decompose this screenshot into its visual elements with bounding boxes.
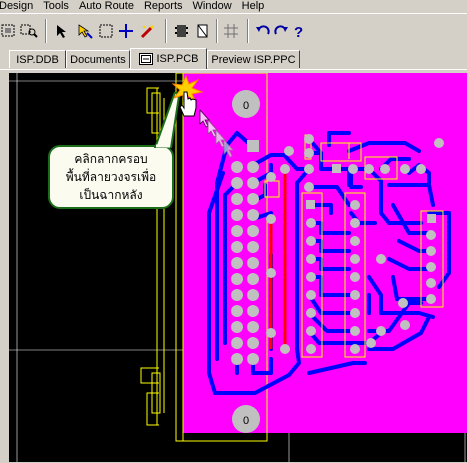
tab-documents[interactable]: Documents	[66, 50, 130, 68]
menu-reports[interactable]: Reports	[139, 0, 188, 13]
tab-label: Preview ISP.PPC	[211, 53, 296, 66]
drag-cursor	[171, 74, 252, 177]
undo-icon[interactable]	[254, 22, 272, 40]
callout-line-2: พื้นที่ลายวงจรเพื่อ	[65, 170, 157, 184]
tab-isp-ddb[interactable]: ISP.DDB	[9, 50, 66, 68]
help-icon[interactable]: ?	[290, 22, 308, 40]
zoom-area-icon[interactable]	[20, 22, 38, 40]
tab-label: ISP.DDB	[16, 53, 59, 66]
grid-icon[interactable]	[222, 22, 240, 40]
tab-label: Documents	[70, 53, 126, 66]
document-tabs: ISP.DDB Documents ISP.PCB Preview ISP.PP…	[0, 47, 467, 69]
wand-icon[interactable]	[138, 22, 156, 40]
menu-tools[interactable]: Tools	[38, 0, 74, 13]
component-outline-icon[interactable]	[193, 22, 211, 40]
redo-icon[interactable]	[272, 22, 290, 40]
menu-window[interactable]: Window	[188, 0, 237, 13]
menu-design[interactable]: Design	[0, 0, 38, 13]
component-icon[interactable]	[172, 22, 190, 40]
tab-label: ISP.PCB	[156, 53, 199, 65]
menu-auto-route[interactable]: Auto Route	[74, 0, 139, 13]
cross-move-icon[interactable]	[117, 22, 135, 40]
move-select-icon[interactable]	[76, 22, 94, 40]
tab-isp-pcb[interactable]: ISP.PCB	[130, 48, 207, 69]
tab-preview-isp-ppc[interactable]: Preview ISP.PPC	[207, 50, 300, 68]
callout-line-1: คลิกลากครอบ	[74, 152, 148, 166]
drag-trail-icon	[199, 108, 234, 158]
callout-line-3: เป็นฉากหลัง	[79, 188, 143, 202]
mounting-hole-bottom: 0	[232, 405, 260, 433]
toolbar-separator	[247, 19, 249, 43]
select-icon[interactable]	[54, 22, 72, 40]
hole-label-bottom: 0	[243, 415, 249, 427]
instruction-callout: คลิกลากครอบ พื้นที่ลายวงจรเพื่อ เป็นฉากห…	[48, 145, 174, 209]
deselect-icon[interactable]	[97, 22, 115, 40]
svg-text:?: ?	[294, 24, 303, 39]
pcb-document-icon	[138, 53, 153, 65]
menu-help[interactable]: Help	[237, 0, 270, 13]
toolbar-separator	[165, 19, 167, 43]
toolbar: ?	[0, 13, 467, 47]
toolbar-separator	[216, 19, 218, 43]
menu-bar: Design Tools Auto Route Reports Window H…	[0, 0, 467, 13]
toolbar-separator	[45, 19, 47, 43]
zoom-fit-icon[interactable]	[0, 22, 18, 40]
